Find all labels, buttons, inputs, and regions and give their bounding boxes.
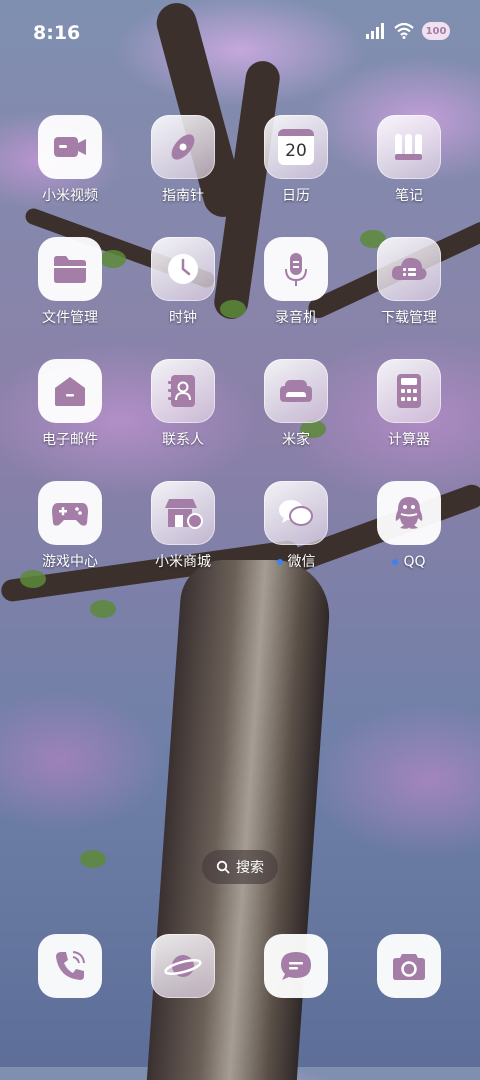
dock-messages[interactable] [264, 934, 328, 998]
notification-dot [276, 559, 283, 565]
signal-icon [366, 23, 384, 39]
sofa-icon [280, 380, 312, 402]
messages-icon [281, 952, 311, 980]
folder-icon [54, 256, 86, 283]
clock-icon [168, 254, 198, 284]
video-camera-icon [54, 137, 86, 157]
app-file-manager[interactable]: 文件管理 [20, 237, 120, 327]
microphone-icon [285, 253, 307, 286]
mail-icon [55, 377, 85, 406]
status-icons: 100 [366, 22, 450, 40]
app-qq[interactable]: QQ [359, 481, 459, 571]
app-mijia[interactable]: 米家 [246, 359, 346, 449]
status-time: 8:16 [33, 22, 81, 44]
app-downloads[interactable]: 下载管理 [359, 237, 459, 327]
app-game-center[interactable]: 游戏中心 [20, 481, 120, 571]
search-label: 搜索 [236, 860, 264, 876]
browser-planet-icon [164, 955, 202, 977]
notification-dot [392, 559, 399, 565]
dock-browser[interactable] [151, 934, 215, 998]
app-email[interactable]: 电子邮件 [20, 359, 120, 449]
wifi-icon [394, 23, 414, 39]
calendar-day: 20 [285, 140, 307, 161]
app-compass[interactable]: 指南针 [133, 115, 233, 205]
dock-camera[interactable] [377, 934, 441, 998]
search-icon [216, 860, 230, 874]
app-mi-store[interactable]: 小米商城 [133, 481, 233, 571]
store-icon [165, 499, 203, 529]
calculator-icon [397, 374, 421, 408]
app-calendar[interactable]: 20 日历 [246, 115, 346, 205]
app-clock[interactable]: 时钟 [133, 237, 233, 327]
battery-level: 100 [425, 25, 447, 37]
dock-phone[interactable] [38, 934, 102, 998]
search-button[interactable]: 搜索 [202, 850, 278, 884]
app-notes[interactable]: 笔记 [359, 115, 459, 205]
app-wechat[interactable]: 微信 [246, 481, 346, 571]
compass-icon [171, 134, 195, 160]
download-cloud-icon [391, 257, 427, 280]
contacts-icon [168, 375, 195, 407]
notes-icon [395, 134, 422, 160]
app-contacts[interactable]: 联系人 [133, 359, 233, 449]
qq-icon [395, 497, 423, 529]
app-calculator[interactable]: 计算器 [359, 359, 459, 449]
gamepad-icon [52, 503, 88, 526]
camera-icon [393, 954, 425, 980]
app-recorder[interactable]: 录音机 [246, 237, 346, 327]
phone-icon [56, 951, 85, 980]
status-bar: 8:16 100 [0, 0, 480, 66]
calendar-icon: 20 [278, 129, 314, 165]
battery-icon: 100 [422, 22, 450, 40]
app-xiaomi-video[interactable]: 小米视频 [20, 115, 120, 205]
wechat-icon [279, 500, 313, 526]
